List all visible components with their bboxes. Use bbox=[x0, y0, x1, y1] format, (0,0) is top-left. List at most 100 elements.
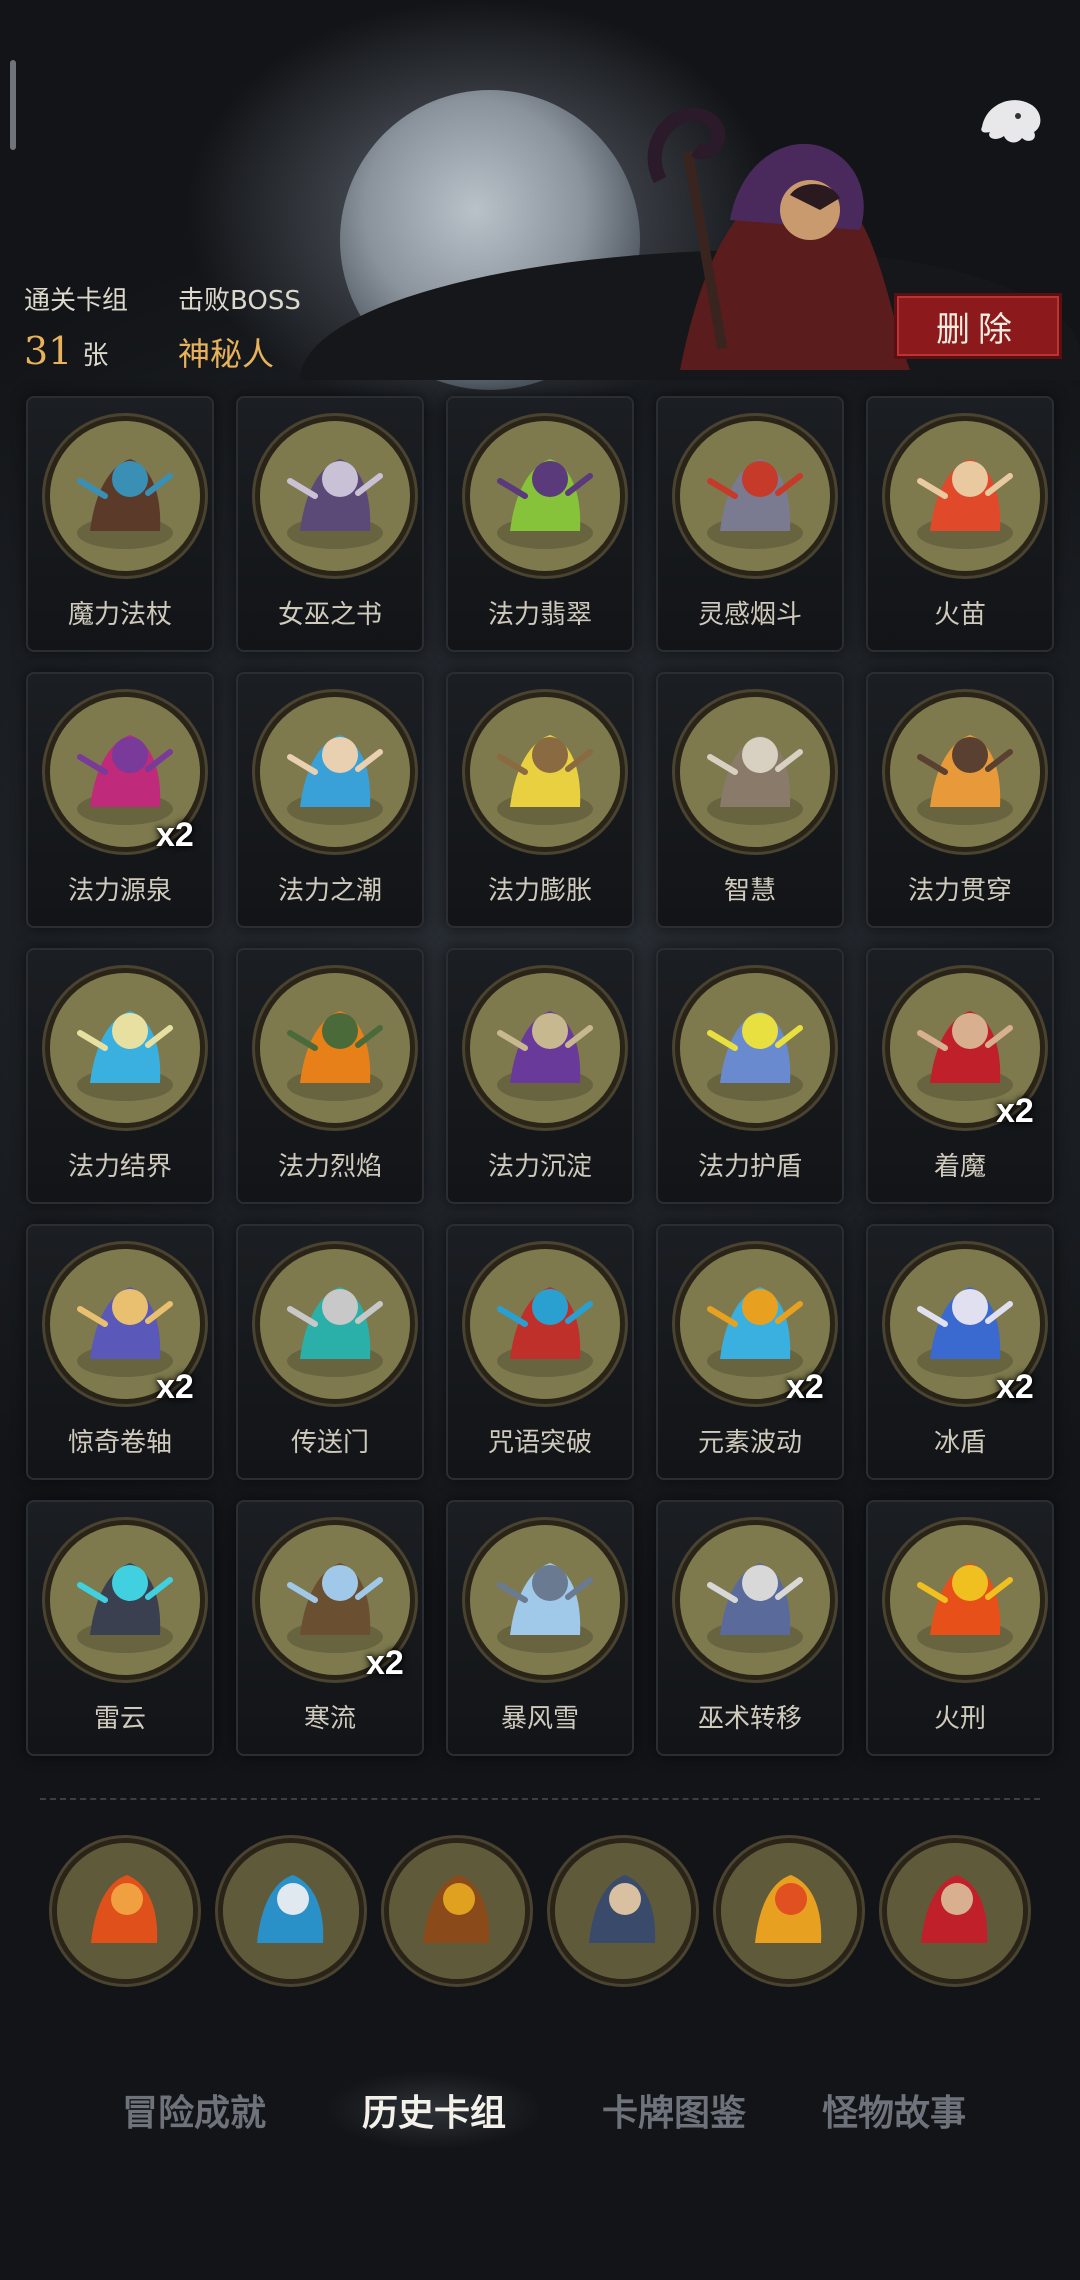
tab-history-deck[interactable]: 历史卡组 bbox=[324, 2070, 544, 2150]
card-name: 女巫之书 bbox=[277, 600, 382, 630]
card-item[interactable]: 法力贯穿 bbox=[866, 672, 1054, 928]
card-name: 法力贯穿 bbox=[907, 876, 1012, 906]
cleared-count: 31 bbox=[24, 329, 73, 373]
water-orb-relic-icon[interactable] bbox=[218, 1838, 364, 1984]
orb-shield-icon bbox=[675, 968, 835, 1128]
card-name: 着魔 bbox=[933, 1152, 986, 1182]
card-item[interactable]: 雷云 bbox=[26, 1500, 214, 1756]
boss-stat: 击败BOSS 神秘人 bbox=[178, 280, 301, 375]
staff-icon bbox=[45, 416, 205, 576]
portal-icon bbox=[255, 1244, 415, 1404]
card-name: 寒流 bbox=[303, 1704, 356, 1734]
emerald-icon bbox=[465, 416, 625, 576]
card-item[interactable]: 灵感烟斗 bbox=[656, 396, 844, 652]
card-item[interactable]: 法力结界 bbox=[26, 948, 214, 1204]
tab-monster-stories[interactable]: 怪物故事 bbox=[784, 2070, 1004, 2150]
card-name: 冰盾 bbox=[933, 1428, 986, 1458]
card-name: 巫术转移 bbox=[697, 1704, 802, 1734]
card-name: 法力源泉 bbox=[67, 876, 172, 906]
card-name: 法力沉淀 bbox=[487, 1152, 592, 1182]
lightning-robe-icon bbox=[465, 692, 625, 852]
card-name: 法力护盾 bbox=[697, 1152, 802, 1182]
card-count-badge: x2 bbox=[996, 1092, 1034, 1130]
sage-icon bbox=[675, 692, 835, 852]
card-count-badge: x2 bbox=[156, 816, 194, 854]
pipe-icon bbox=[675, 416, 835, 576]
cleared-unit: 张 bbox=[82, 341, 109, 371]
tab-card-codex[interactable]: 卡牌图鉴 bbox=[564, 2070, 784, 2150]
phoenix-feather-relic-icon[interactable] bbox=[716, 1838, 862, 1984]
card-item[interactable]: 传送门 bbox=[236, 1224, 424, 1480]
card-item[interactable]: x2 冰盾 bbox=[866, 1224, 1054, 1480]
witch-book-icon bbox=[255, 416, 415, 576]
card-item[interactable]: 智慧 bbox=[656, 672, 844, 928]
scroll-indicator[interactable] bbox=[10, 60, 16, 150]
card-count-badge: x2 bbox=[786, 1368, 824, 1406]
card-count-badge: x2 bbox=[366, 1644, 404, 1682]
card-name: 法力膨胀 bbox=[487, 876, 592, 906]
card-item[interactable]: 法力烈焰 bbox=[236, 948, 424, 1204]
burning-stake-icon bbox=[885, 1520, 1045, 1680]
card-name: 魔力法杖 bbox=[67, 600, 172, 630]
wizard-icon bbox=[675, 1520, 835, 1680]
shield-pierce-icon bbox=[885, 692, 1045, 852]
card-item[interactable]: x2 元素波动 bbox=[656, 1224, 844, 1480]
card-item[interactable]: 暴风雪 bbox=[446, 1500, 634, 1756]
tab-achievements[interactable]: 冒险成就 bbox=[84, 2070, 304, 2150]
spell-break-icon bbox=[465, 1244, 625, 1404]
card-name: 火刑 bbox=[933, 1704, 986, 1734]
card-item[interactable]: 法力翡翠 bbox=[446, 396, 634, 652]
bottom-tabs: 冒险成就 历史卡组 卡牌图鉴 怪物故事 bbox=[0, 2070, 1080, 2150]
card-name: 灵感烟斗 bbox=[697, 600, 802, 630]
relic-row bbox=[52, 1838, 1032, 1984]
boss-name: 神秘人 bbox=[178, 335, 275, 373]
card-item[interactable]: 巫术转移 bbox=[656, 1500, 844, 1756]
cleared-stat: 通关卡组 31 张 bbox=[24, 280, 128, 373]
card-item[interactable]: 魔力法杖 bbox=[26, 396, 214, 652]
barrier-icon bbox=[45, 968, 205, 1128]
zombie-fire-icon bbox=[255, 968, 415, 1128]
card-item[interactable]: x2 着魔 bbox=[866, 948, 1054, 1204]
boss-portrait bbox=[647, 107, 910, 370]
card-name: 智慧 bbox=[723, 876, 776, 906]
header-banner: 通关卡组 31 张 击败BOSS 神秘人 删除 bbox=[0, 0, 1080, 390]
card-name: 元素波动 bbox=[697, 1428, 802, 1458]
wave-icon bbox=[255, 692, 415, 852]
divider bbox=[40, 1798, 1040, 1800]
delete-button[interactable]: 删除 bbox=[894, 293, 1062, 359]
card-item[interactable]: 法力沉淀 bbox=[446, 948, 634, 1204]
card-name: 火苗 bbox=[933, 600, 986, 630]
card-count-badge: x2 bbox=[996, 1368, 1034, 1406]
card-name: 咒语突破 bbox=[487, 1428, 592, 1458]
boss-label: 击败BOSS bbox=[178, 286, 301, 316]
card-item[interactable]: x2 寒流 bbox=[236, 1500, 424, 1756]
card-name: 惊奇卷轴 bbox=[67, 1428, 172, 1458]
card-name: 暴风雪 bbox=[500, 1704, 579, 1734]
card-item[interactable]: 火刑 bbox=[866, 1500, 1054, 1756]
card-item[interactable]: 咒语突破 bbox=[446, 1224, 634, 1480]
card-item[interactable]: 火苗 bbox=[866, 396, 1054, 652]
card-name: 法力结界 bbox=[67, 1152, 172, 1182]
card-item[interactable]: 法力之潮 bbox=[236, 672, 424, 928]
card-name: 法力烈焰 bbox=[277, 1152, 382, 1182]
possessed-relic-icon[interactable] bbox=[882, 1838, 1028, 1984]
ice-shards-icon bbox=[465, 1520, 625, 1680]
tome-relic-icon[interactable] bbox=[384, 1838, 530, 1984]
cleared-label: 通关卡组 bbox=[24, 286, 129, 316]
fire-relic-icon[interactable] bbox=[52, 1838, 198, 1984]
card-item[interactable]: x2 法力源泉 bbox=[26, 672, 214, 928]
card-item[interactable]: x2 惊奇卷轴 bbox=[26, 1224, 214, 1480]
card-item[interactable]: 女巫之书 bbox=[236, 396, 424, 652]
card-item[interactable]: 法力护盾 bbox=[656, 948, 844, 1204]
hooded-figure-icon bbox=[465, 968, 625, 1128]
card-name: 传送门 bbox=[290, 1428, 369, 1458]
flame-hand-icon bbox=[885, 416, 1045, 576]
ghost-icon[interactable] bbox=[972, 82, 1048, 158]
card-item[interactable]: 法力膨胀 bbox=[446, 672, 634, 928]
card-name: 法力之潮 bbox=[277, 876, 382, 906]
thundercloud-icon bbox=[45, 1520, 205, 1680]
card-hand-relic-icon[interactable] bbox=[550, 1838, 696, 1984]
card-name: 法力翡翠 bbox=[487, 600, 592, 630]
card-name: 雷云 bbox=[93, 1704, 146, 1734]
card-count-badge: x2 bbox=[156, 1368, 194, 1406]
